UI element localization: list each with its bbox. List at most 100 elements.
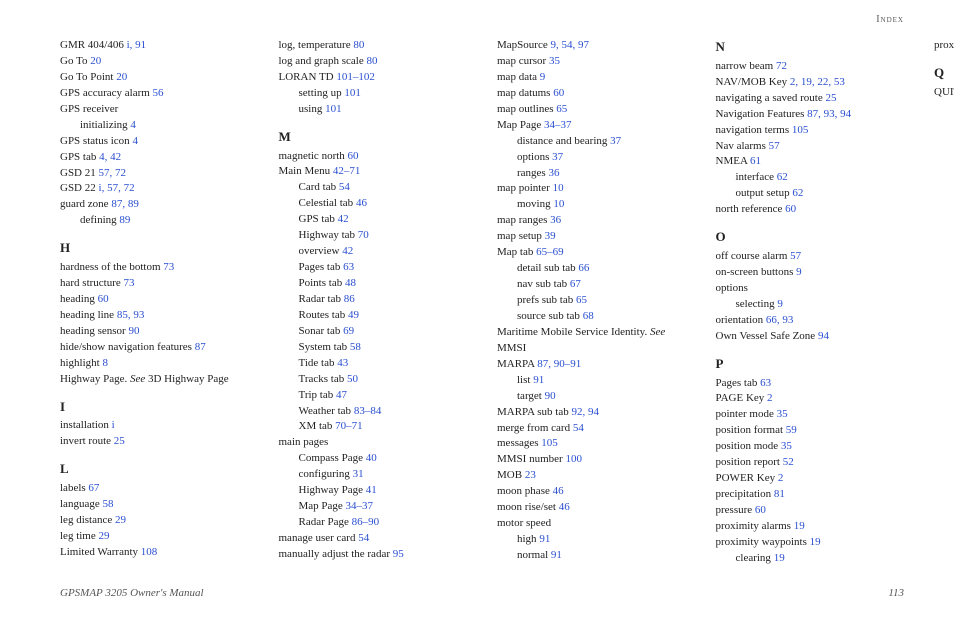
index-page-ref[interactable]: 91 (539, 533, 550, 545)
index-page-ref[interactable]: 63 (343, 261, 354, 273)
index-page-ref[interactable]: 42 (342, 245, 353, 257)
index-page-ref[interactable]: i, 57, 72 (99, 182, 135, 194)
index-page-ref[interactable]: 54 (573, 422, 584, 434)
index-page-ref[interactable]: 34–37 (544, 119, 572, 131)
index-page-ref[interactable]: 70–71 (335, 420, 363, 432)
index-page-ref[interactable]: 9 (796, 266, 802, 278)
index-page-ref[interactable]: 2 (767, 392, 773, 404)
index-page-ref[interactable]: 61 (750, 155, 761, 167)
index-page-ref[interactable]: 35 (549, 55, 560, 67)
index-page-ref[interactable]: 101–102 (336, 71, 375, 83)
index-page-ref[interactable]: 90 (545, 390, 556, 402)
index-page-ref[interactable]: 66, 93 (766, 314, 794, 326)
index-page-ref[interactable]: 57 (769, 140, 780, 152)
index-page-ref[interactable]: 29 (115, 514, 126, 526)
index-page-ref[interactable]: 87, 90–91 (537, 358, 581, 370)
index-page-ref[interactable]: 9 (777, 298, 783, 310)
index-page-ref[interactable]: 108 (141, 546, 158, 558)
index-page-ref[interactable]: i (112, 419, 115, 431)
index-page-ref[interactable]: 47 (336, 389, 347, 401)
index-page-ref[interactable]: 68 (583, 310, 594, 322)
index-page-ref[interactable]: 4 (132, 135, 138, 147)
index-page-ref[interactable]: 94 (818, 330, 829, 342)
index-page-ref[interactable]: 19 (810, 536, 821, 548)
index-page-ref[interactable]: 66 (578, 262, 589, 274)
index-page-ref[interactable]: 4, 42 (99, 151, 121, 163)
index-page-ref[interactable]: 34–37 (346, 500, 374, 512)
index-page-ref[interactable]: 65 (556, 103, 567, 115)
index-page-ref[interactable]: 49 (348, 309, 359, 321)
index-page-ref[interactable]: 60 (553, 87, 564, 99)
index-page-ref[interactable]: 85, 93 (117, 309, 145, 321)
index-page-ref[interactable]: 73 (163, 261, 174, 273)
index-page-ref[interactable]: 80 (353, 39, 364, 51)
index-page-ref[interactable]: 2, 19, 22, 53 (790, 76, 845, 88)
index-page-ref[interactable]: 70 (358, 229, 369, 241)
index-page-ref[interactable]: 56 (153, 87, 164, 99)
index-page-ref[interactable]: 58 (350, 341, 361, 353)
index-page-ref[interactable]: 25 (114, 435, 125, 447)
index-page-ref[interactable]: 91 (533, 374, 544, 386)
index-page-ref[interactable]: 60 (785, 203, 796, 215)
index-page-ref[interactable]: 54 (339, 181, 350, 193)
index-page-ref[interactable]: 42 (338, 213, 349, 225)
index-page-ref[interactable]: 19 (794, 520, 805, 532)
index-page-ref[interactable]: 83–84 (354, 405, 382, 417)
index-page-ref[interactable]: 101 (325, 103, 342, 115)
index-page-ref[interactable]: 46 (559, 501, 570, 513)
index-page-ref[interactable]: 59 (786, 424, 797, 436)
index-page-ref[interactable]: 42–71 (333, 165, 361, 177)
index-page-ref[interactable]: 89 (119, 214, 130, 226)
index-page-ref[interactable]: 60 (348, 150, 359, 162)
index-page-ref[interactable]: 105 (792, 124, 809, 136)
index-page-ref[interactable]: 41 (366, 484, 377, 496)
index-page-ref[interactable]: 62 (777, 171, 788, 183)
index-page-ref[interactable]: 100 (565, 453, 582, 465)
index-page-ref[interactable]: 86 (344, 293, 355, 305)
index-page-ref[interactable]: 86–90 (352, 516, 380, 528)
index-page-ref[interactable]: 72 (776, 60, 787, 72)
index-page-ref[interactable]: 40 (366, 452, 377, 464)
index-page-ref[interactable]: 81 (774, 488, 785, 500)
index-page-ref[interactable]: 57 (790, 250, 801, 262)
index-page-ref[interactable]: 46 (553, 485, 564, 497)
index-page-ref[interactable]: 37 (552, 151, 563, 163)
index-page-ref[interactable]: 87, 93, 94 (807, 108, 851, 120)
index-page-ref[interactable]: 23 (525, 469, 536, 481)
index-page-ref[interactable]: 69 (343, 325, 354, 337)
index-page-ref[interactable]: 37 (610, 135, 621, 147)
index-page-ref[interactable]: 46 (356, 197, 367, 209)
index-page-ref[interactable]: 36 (550, 214, 561, 226)
index-page-ref[interactable]: 87, 89 (111, 198, 139, 210)
index-page-ref[interactable]: 57, 72 (99, 167, 127, 179)
index-page-ref[interactable]: 20 (90, 55, 101, 67)
index-page-ref[interactable]: 90 (128, 325, 139, 337)
index-page-ref[interactable]: 60 (98, 293, 109, 305)
index-page-ref[interactable]: 48 (345, 277, 356, 289)
index-page-ref[interactable]: 67 (570, 278, 581, 290)
index-page-ref[interactable]: 2 (778, 472, 784, 484)
index-page-ref[interactable]: 35 (777, 408, 788, 420)
index-page-ref[interactable]: 9 (540, 71, 546, 83)
index-page-ref[interactable]: 58 (102, 498, 113, 510)
index-page-ref[interactable]: 50 (347, 373, 358, 385)
index-page-ref[interactable]: 35 (781, 440, 792, 452)
index-page-ref[interactable]: i, 91 (127, 39, 147, 51)
index-page-ref[interactable]: 10 (553, 182, 564, 194)
index-page-ref[interactable]: 63 (760, 377, 771, 389)
index-page-ref[interactable]: 4 (130, 119, 136, 131)
index-page-ref[interactable]: 36 (548, 167, 559, 179)
index-page-ref[interactable]: 65 (576, 294, 587, 306)
index-page-ref[interactable]: 60 (755, 504, 766, 516)
index-page-ref[interactable]: 105 (541, 437, 558, 449)
index-page-ref[interactable]: 39 (545, 230, 556, 242)
index-page-ref[interactable]: 62 (792, 187, 803, 199)
index-page-ref[interactable]: 95 (393, 548, 404, 560)
index-page-ref[interactable]: 29 (99, 530, 110, 542)
index-page-ref[interactable]: 10 (553, 198, 564, 210)
index-page-ref[interactable]: 73 (124, 277, 135, 289)
index-page-ref[interactable]: 25 (825, 92, 836, 104)
index-page-ref[interactable]: 54 (358, 532, 369, 544)
index-page-ref[interactable]: 80 (366, 55, 377, 67)
index-page-ref[interactable]: 20 (116, 71, 127, 83)
